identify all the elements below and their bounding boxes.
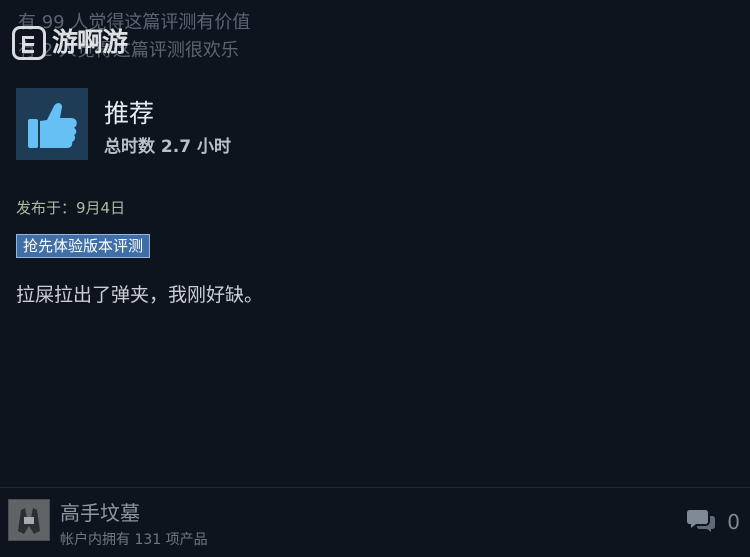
divider [0,487,750,488]
early-access-badge: 抢先体验版本评测 [16,234,151,258]
review-card: 有 99 人觉得这篇评测有价值 有 2 人觉得这篇评测很欢乐 游啊游 推荐 总时… [0,0,750,557]
recommendation-title[interactable]: 推荐 [104,98,154,130]
speech-bubbles-icon [687,508,716,536]
playtime-hours: 总时数 2.7 小时 [104,137,231,157]
posted-label: 发布于： [16,199,77,217]
posted-date: 发布于：9月4日 [16,197,125,219]
posted-date-value: 9月4日 [76,199,126,217]
review-body: 拉屎拉出了弹夹，我刚好缺。 [16,284,264,306]
watermark-logo-icon [12,26,46,60]
watermark-text: 游啊游 [52,28,128,58]
author-name[interactable]: 高手坟墓 [60,500,140,526]
comment-count: 0 [727,510,740,534]
comments-button[interactable]: 0 [687,507,740,537]
author-owned-products: 帐户内拥有 131 项产品 [60,532,208,548]
thumbs-up-icon[interactable] [16,88,88,160]
watermark-logo: 游啊游 [12,20,142,66]
avatar[interactable] [8,499,50,541]
